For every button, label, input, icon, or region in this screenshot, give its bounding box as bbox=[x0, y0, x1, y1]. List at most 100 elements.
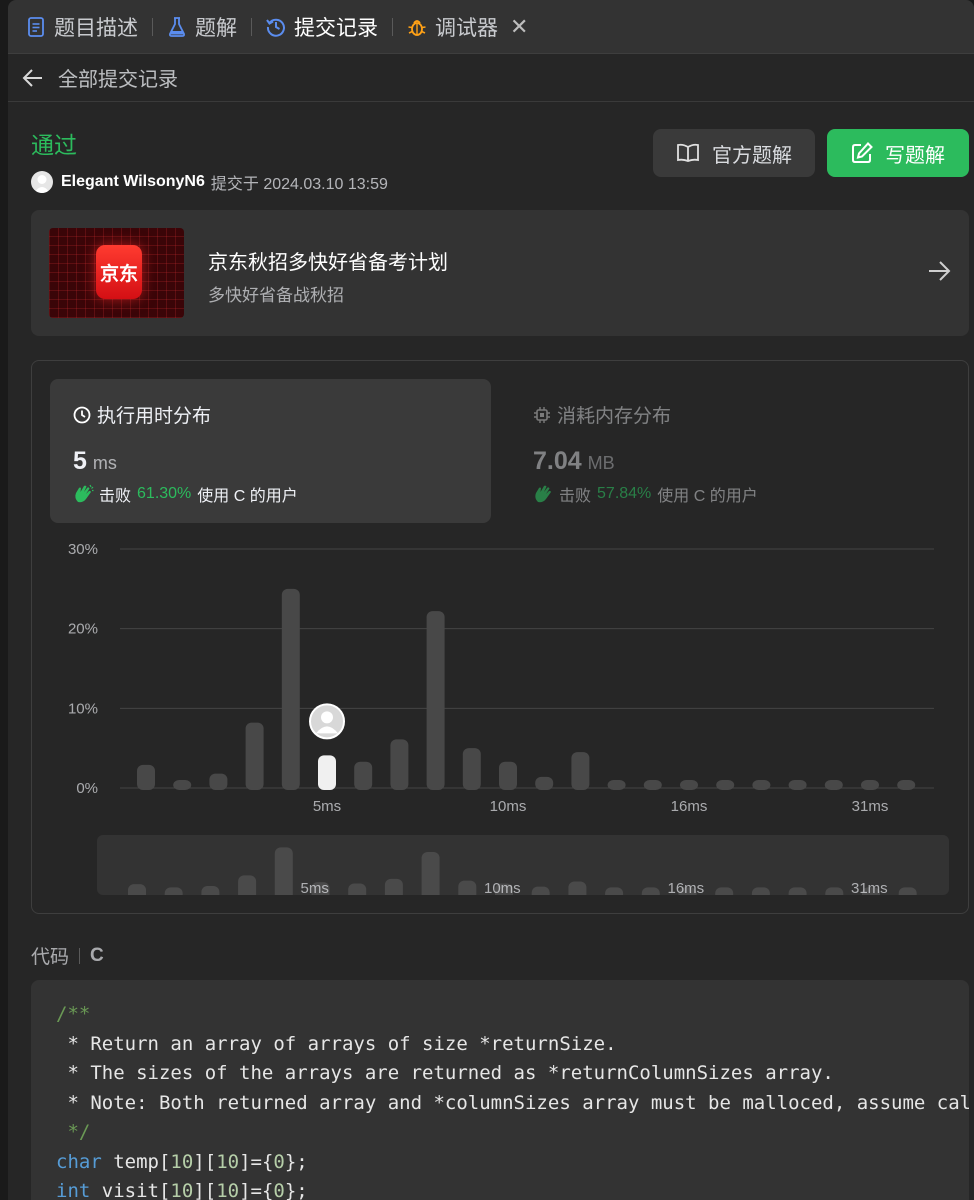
runtime-heading: 执行用时分布 bbox=[73, 401, 211, 428]
tab-divider bbox=[251, 17, 252, 36]
bug-icon bbox=[407, 16, 427, 38]
mini-tick-label: 16ms bbox=[668, 880, 705, 895]
username[interactable]: Elegant WilsonyN6 bbox=[61, 173, 205, 191]
close-icon[interactable]: ✕ bbox=[510, 14, 528, 40]
performance-stats: 执行用时分布 5 ms 击败 61.30% 使用 C 的用户 消耗内存分布 7.… bbox=[31, 360, 969, 914]
mini-bar bbox=[825, 887, 844, 895]
mini-bar bbox=[788, 887, 807, 895]
mini-tick-label: 5ms bbox=[301, 880, 329, 895]
runtime-distribution-chart: 30% 20% 10% 0% 5ms 10ms 16ms 31ms bbox=[68, 541, 934, 811]
code-token: 10 bbox=[170, 1150, 194, 1173]
clock-icon bbox=[73, 406, 91, 424]
tab-submissions[interactable]: 提交记录 bbox=[266, 12, 378, 42]
mini-bar bbox=[568, 881, 587, 895]
submission-info: 通过 Elegant WilsonyN6 提交于 2024.03.10 13:5… bbox=[31, 126, 388, 194]
promo-title: 京东秋招多快好省备考计划 bbox=[208, 252, 448, 274]
official-solution-button[interactable]: 官方题解 bbox=[653, 129, 815, 177]
official-solution-label: 官方题解 bbox=[712, 144, 792, 167]
beat-label: 击败 bbox=[559, 488, 592, 505]
code-token: char bbox=[56, 1150, 102, 1173]
mini-bar bbox=[715, 887, 734, 895]
code-line: * Note: Both returned array and *columnS… bbox=[56, 1092, 969, 1114]
tab-bar: 题目描述 题解 提交记录 调试器 ✕ bbox=[8, 0, 974, 54]
promo-image: 京东 bbox=[49, 228, 184, 318]
bar bbox=[680, 780, 698, 790]
mini-tick-label: 31ms bbox=[851, 880, 888, 895]
jd-logo: 京东 bbox=[96, 245, 142, 299]
tab-description[interactable]: 题目描述 bbox=[26, 12, 138, 42]
mini-bar bbox=[421, 852, 440, 895]
user-position-avatar bbox=[309, 703, 345, 740]
tab-divider bbox=[152, 17, 153, 36]
code-token: 0 bbox=[273, 1180, 285, 1200]
bar bbox=[788, 780, 807, 790]
bar bbox=[281, 588, 300, 790]
code-token: visit[ bbox=[90, 1180, 171, 1200]
bar bbox=[173, 780, 192, 790]
mini-tick-label: 10ms bbox=[484, 880, 521, 895]
code-token: }; bbox=[284, 1150, 308, 1173]
y-tick-label: 0% bbox=[76, 780, 98, 797]
submission-subheader: 全部提交记录 bbox=[8, 54, 974, 102]
code-token: temp[ bbox=[101, 1150, 171, 1173]
runtime-card[interactable]: 执行用时分布 5 ms 击败 61.30% 使用 C 的用户 bbox=[50, 379, 491, 523]
arrow-right-icon[interactable] bbox=[927, 260, 951, 287]
edit-icon bbox=[851, 142, 873, 164]
mini-bar bbox=[605, 887, 624, 895]
all-submissions-link[interactable]: 全部提交记录 bbox=[58, 63, 178, 92]
tab-label: 题解 bbox=[195, 16, 237, 40]
code-token: 10 bbox=[170, 1180, 194, 1200]
bar-highlight bbox=[318, 755, 336, 790]
x-tick-label: 5ms bbox=[313, 798, 341, 811]
runtime-beat-percent: 61.30% bbox=[137, 485, 192, 502]
code-block[interactable]: /** * Return an array of arrays of size … bbox=[31, 980, 969, 1200]
write-solution-button[interactable]: 写题解 bbox=[827, 129, 969, 177]
mini-bar bbox=[751, 887, 770, 895]
code-label: 代码 bbox=[31, 947, 70, 968]
avatar[interactable] bbox=[31, 171, 53, 193]
mini-bar bbox=[641, 887, 660, 895]
submission-panel: 全部提交记录 通过 Elegant WilsonyN6 提交于 2024.03.… bbox=[8, 54, 974, 1200]
mini-bar bbox=[128, 884, 146, 895]
memory-card[interactable]: 消耗内存分布 7.04 MB 击败 57.84% 使用 C 的用户 bbox=[510, 379, 951, 523]
bar bbox=[462, 748, 481, 790]
mini-bar bbox=[238, 875, 257, 895]
mini-bar bbox=[348, 883, 367, 895]
code-line: * The sizes of the arrays are returned a… bbox=[56, 1062, 833, 1084]
code-token: 0 bbox=[273, 1150, 285, 1173]
chart-range-slider[interactable]: 5ms 10ms 16ms 31ms bbox=[97, 835, 949, 895]
tab-debugger[interactable]: 调试器 bbox=[407, 12, 498, 42]
code-token: * Return an array of arrays of size *ret… bbox=[56, 1032, 617, 1055]
runtime-beat: 击败 61.30% 使用 C 的用户 bbox=[73, 482, 298, 506]
clap-icon bbox=[533, 484, 555, 504]
memory-beat-percent: 57.84% bbox=[597, 485, 652, 502]
bar bbox=[824, 780, 843, 790]
tab-solutions[interactable]: 题解 bbox=[167, 12, 237, 42]
mini-bar bbox=[201, 886, 220, 895]
y-tick-label: 30% bbox=[68, 541, 98, 558]
bar bbox=[571, 752, 590, 790]
x-tick-label: 31ms bbox=[852, 798, 889, 811]
mini-bar bbox=[274, 847, 293, 895]
bar bbox=[137, 764, 155, 790]
code-token: ]={ bbox=[239, 1150, 274, 1173]
mini-chart: 5ms 10ms 16ms 31ms bbox=[128, 847, 917, 895]
bar bbox=[499, 761, 517, 790]
chip-icon bbox=[533, 406, 551, 424]
mini-bar bbox=[164, 887, 183, 895]
bar bbox=[209, 773, 228, 790]
write-solution-label: 写题解 bbox=[885, 144, 945, 167]
bar bbox=[643, 780, 662, 790]
code-token: * Note: Both returned array and *columnS… bbox=[67, 1091, 969, 1114]
bar bbox=[607, 780, 626, 790]
code-token: */ bbox=[56, 1121, 91, 1143]
mini-bar bbox=[531, 886, 550, 895]
back-arrow-icon[interactable] bbox=[20, 65, 46, 91]
memory-heading: 消耗内存分布 bbox=[533, 401, 671, 428]
memory-number: 7.04 bbox=[533, 447, 582, 475]
code-token: 10 bbox=[216, 1180, 240, 1200]
beat-suffix: 使用 C 的用户 bbox=[197, 488, 298, 505]
source-code: /** * Return an array of arrays of size … bbox=[56, 1000, 969, 1200]
promo-banner[interactable]: 京东 京东秋招多快好省备考计划 多快好省备战秋招 bbox=[31, 210, 969, 336]
clap-icon bbox=[73, 484, 95, 504]
